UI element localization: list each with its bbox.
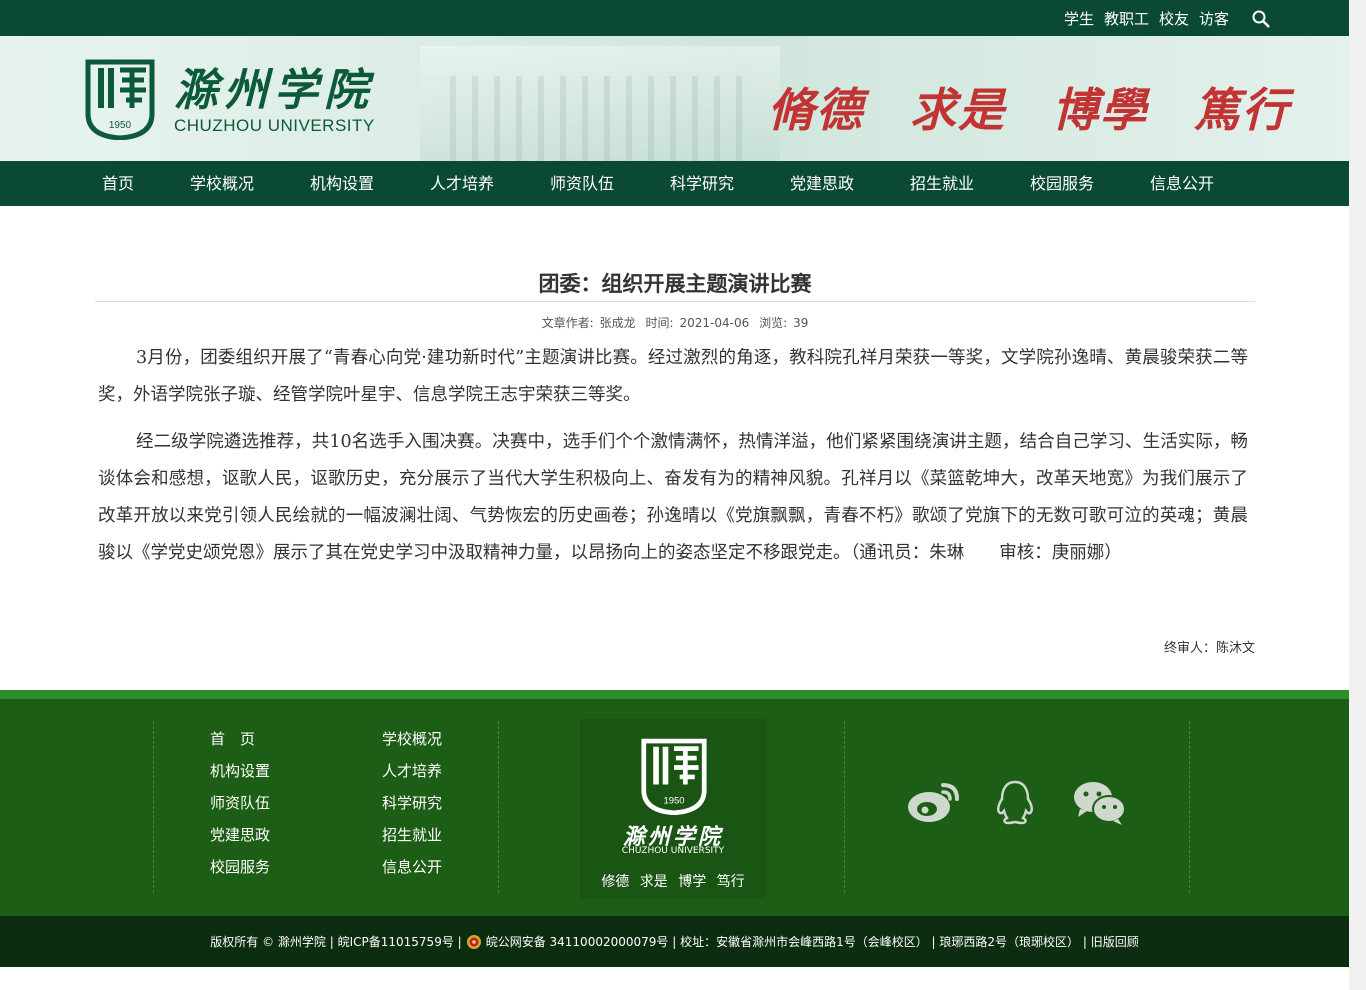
footer-link-faculty[interactable]: 师资队伍: [210, 792, 270, 813]
footer-link-info-disclosure[interactable]: 信息公开: [382, 856, 442, 877]
top-link-students[interactable]: 学生: [1064, 8, 1094, 29]
motto-word: 求是: [910, 83, 1006, 137]
footer-school-name-en: CHUZHOU UNIVERSITY: [621, 846, 725, 856]
police-badge-icon: [466, 934, 481, 949]
footer-link-research[interactable]: 科学研究: [382, 792, 442, 813]
footer-divider: [1189, 721, 1190, 893]
nav-item-home[interactable]: 首页: [102, 161, 134, 206]
footer-link-home[interactable]: 首 页: [210, 728, 255, 749]
footer-divider: [153, 721, 154, 893]
main-nav: 首页 学校概况 机构设置 人才培养 师资队伍 科学研究 党建思政 招生就业 校园…: [0, 161, 1349, 206]
nav-item-departments[interactable]: 机构设置: [310, 161, 374, 206]
wechat-icon[interactable]: [1072, 779, 1128, 827]
qq-icon[interactable]: [994, 779, 1036, 825]
views-label: 浏览:: [759, 316, 788, 330]
nav-item-info-disclosure[interactable]: 信息公开: [1150, 161, 1214, 206]
copyright-text: 版权所有 © 滁州学院 | 皖ICP备11015759号 |: [210, 935, 462, 949]
nav-item-overview[interactable]: 学校概况: [190, 161, 254, 206]
school-motto: 脩德 求是 博學 篤行: [768, 74, 1290, 140]
top-links: 学生 教职工 校友 访客: [1064, 0, 1229, 36]
svg-text:1950: 1950: [664, 795, 685, 806]
footer-logo-block: 1950 滁州学院 CHUZHOU UNIVERSITY 修德 求是 博学 笃行: [580, 719, 766, 899]
public-security-record[interactable]: 皖公网安备 34110002000079号 | 校址：安徽省滁州市会峰西路1号（…: [486, 933, 1139, 950]
footer-link-overview[interactable]: 学校概况: [382, 728, 442, 749]
footer-motto: 修德 求是 博学 笃行: [601, 874, 745, 890]
school-emblem-logo[interactable]: 1950: [84, 58, 156, 140]
nav-item-research[interactable]: 科学研究: [670, 161, 734, 206]
footer-divider: [844, 721, 845, 893]
footer: 首 页 机构设置 师资队伍 党建思政 校园服务 学校概况 人才培养 科学研究 招…: [0, 699, 1349, 916]
search-icon[interactable]: [1251, 9, 1271, 29]
footer-link-education[interactable]: 人才培养: [382, 760, 442, 781]
motto-word: 脩德: [768, 83, 864, 137]
article-title: 团委：组织开展主题演讲比赛: [538, 271, 812, 296]
article-paragraph: 经二级学院遴选推荐，共10名选手入围决赛。决赛中，选手们个个激情满怀，热情洋溢，…: [98, 432, 1248, 563]
footer-accent-line: [0, 690, 1349, 699]
page-scrollbar[interactable]: [1349, 0, 1366, 990]
article-meta: 文章作者: 张成龙 时间: 2021-04-06 浏览: 39: [95, 314, 1255, 331]
article-paragraph: 3月份，团委组织开展了“青春心向党·建功新时代”主题演讲比赛。经过激烈的角逐，教…: [98, 348, 1248, 405]
school-name-cn: 滁州学院: [174, 65, 374, 116]
footer-link-campus-services[interactable]: 校园服务: [210, 856, 270, 877]
motto-word: 篤行: [1194, 83, 1290, 137]
footer-emblem-logo: 1950: [641, 738, 707, 815]
top-link-alumni[interactable]: 校友: [1159, 8, 1189, 29]
footer-link-party[interactable]: 党建思政: [210, 824, 270, 845]
campus-building-image: [420, 46, 780, 161]
footer-link-departments[interactable]: 机构设置: [210, 760, 270, 781]
title-divider: [95, 301, 1255, 302]
time-label: 时间:: [645, 316, 674, 330]
school-name-en: CHUZHOU UNIVERSITY: [174, 116, 375, 135]
top-bar: 学生 教职工 校友 访客: [0, 0, 1349, 36]
top-link-staff[interactable]: 教职工: [1104, 8, 1149, 29]
nav-item-admissions[interactable]: 招生就业: [910, 161, 974, 206]
weibo-icon[interactable]: [905, 779, 961, 825]
views-value: 39: [793, 316, 809, 330]
author-value: 张成龙: [599, 316, 636, 330]
motto-word: 博學: [1052, 83, 1148, 137]
footer-divider: [498, 721, 499, 893]
footer-link-admissions[interactable]: 招生就业: [382, 824, 442, 845]
copyright-bar: 版权所有 © 滁州学院 | 皖ICP备11015759号 | 皖公网安备 341…: [0, 916, 1349, 967]
author-label: 文章作者:: [541, 316, 594, 330]
top-link-visitors[interactable]: 访客: [1199, 8, 1229, 29]
nav-item-party[interactable]: 党建思政: [790, 161, 854, 206]
final-reviewer: 终审人：陈沐文: [1163, 641, 1255, 656]
nav-item-campus-services[interactable]: 校园服务: [1030, 161, 1094, 206]
nav-item-faculty[interactable]: 师资队伍: [550, 161, 614, 206]
svg-text:1950: 1950: [109, 120, 132, 131]
time-value: 2021-04-06: [679, 316, 750, 330]
nav-item-education[interactable]: 人才培养: [430, 161, 494, 206]
